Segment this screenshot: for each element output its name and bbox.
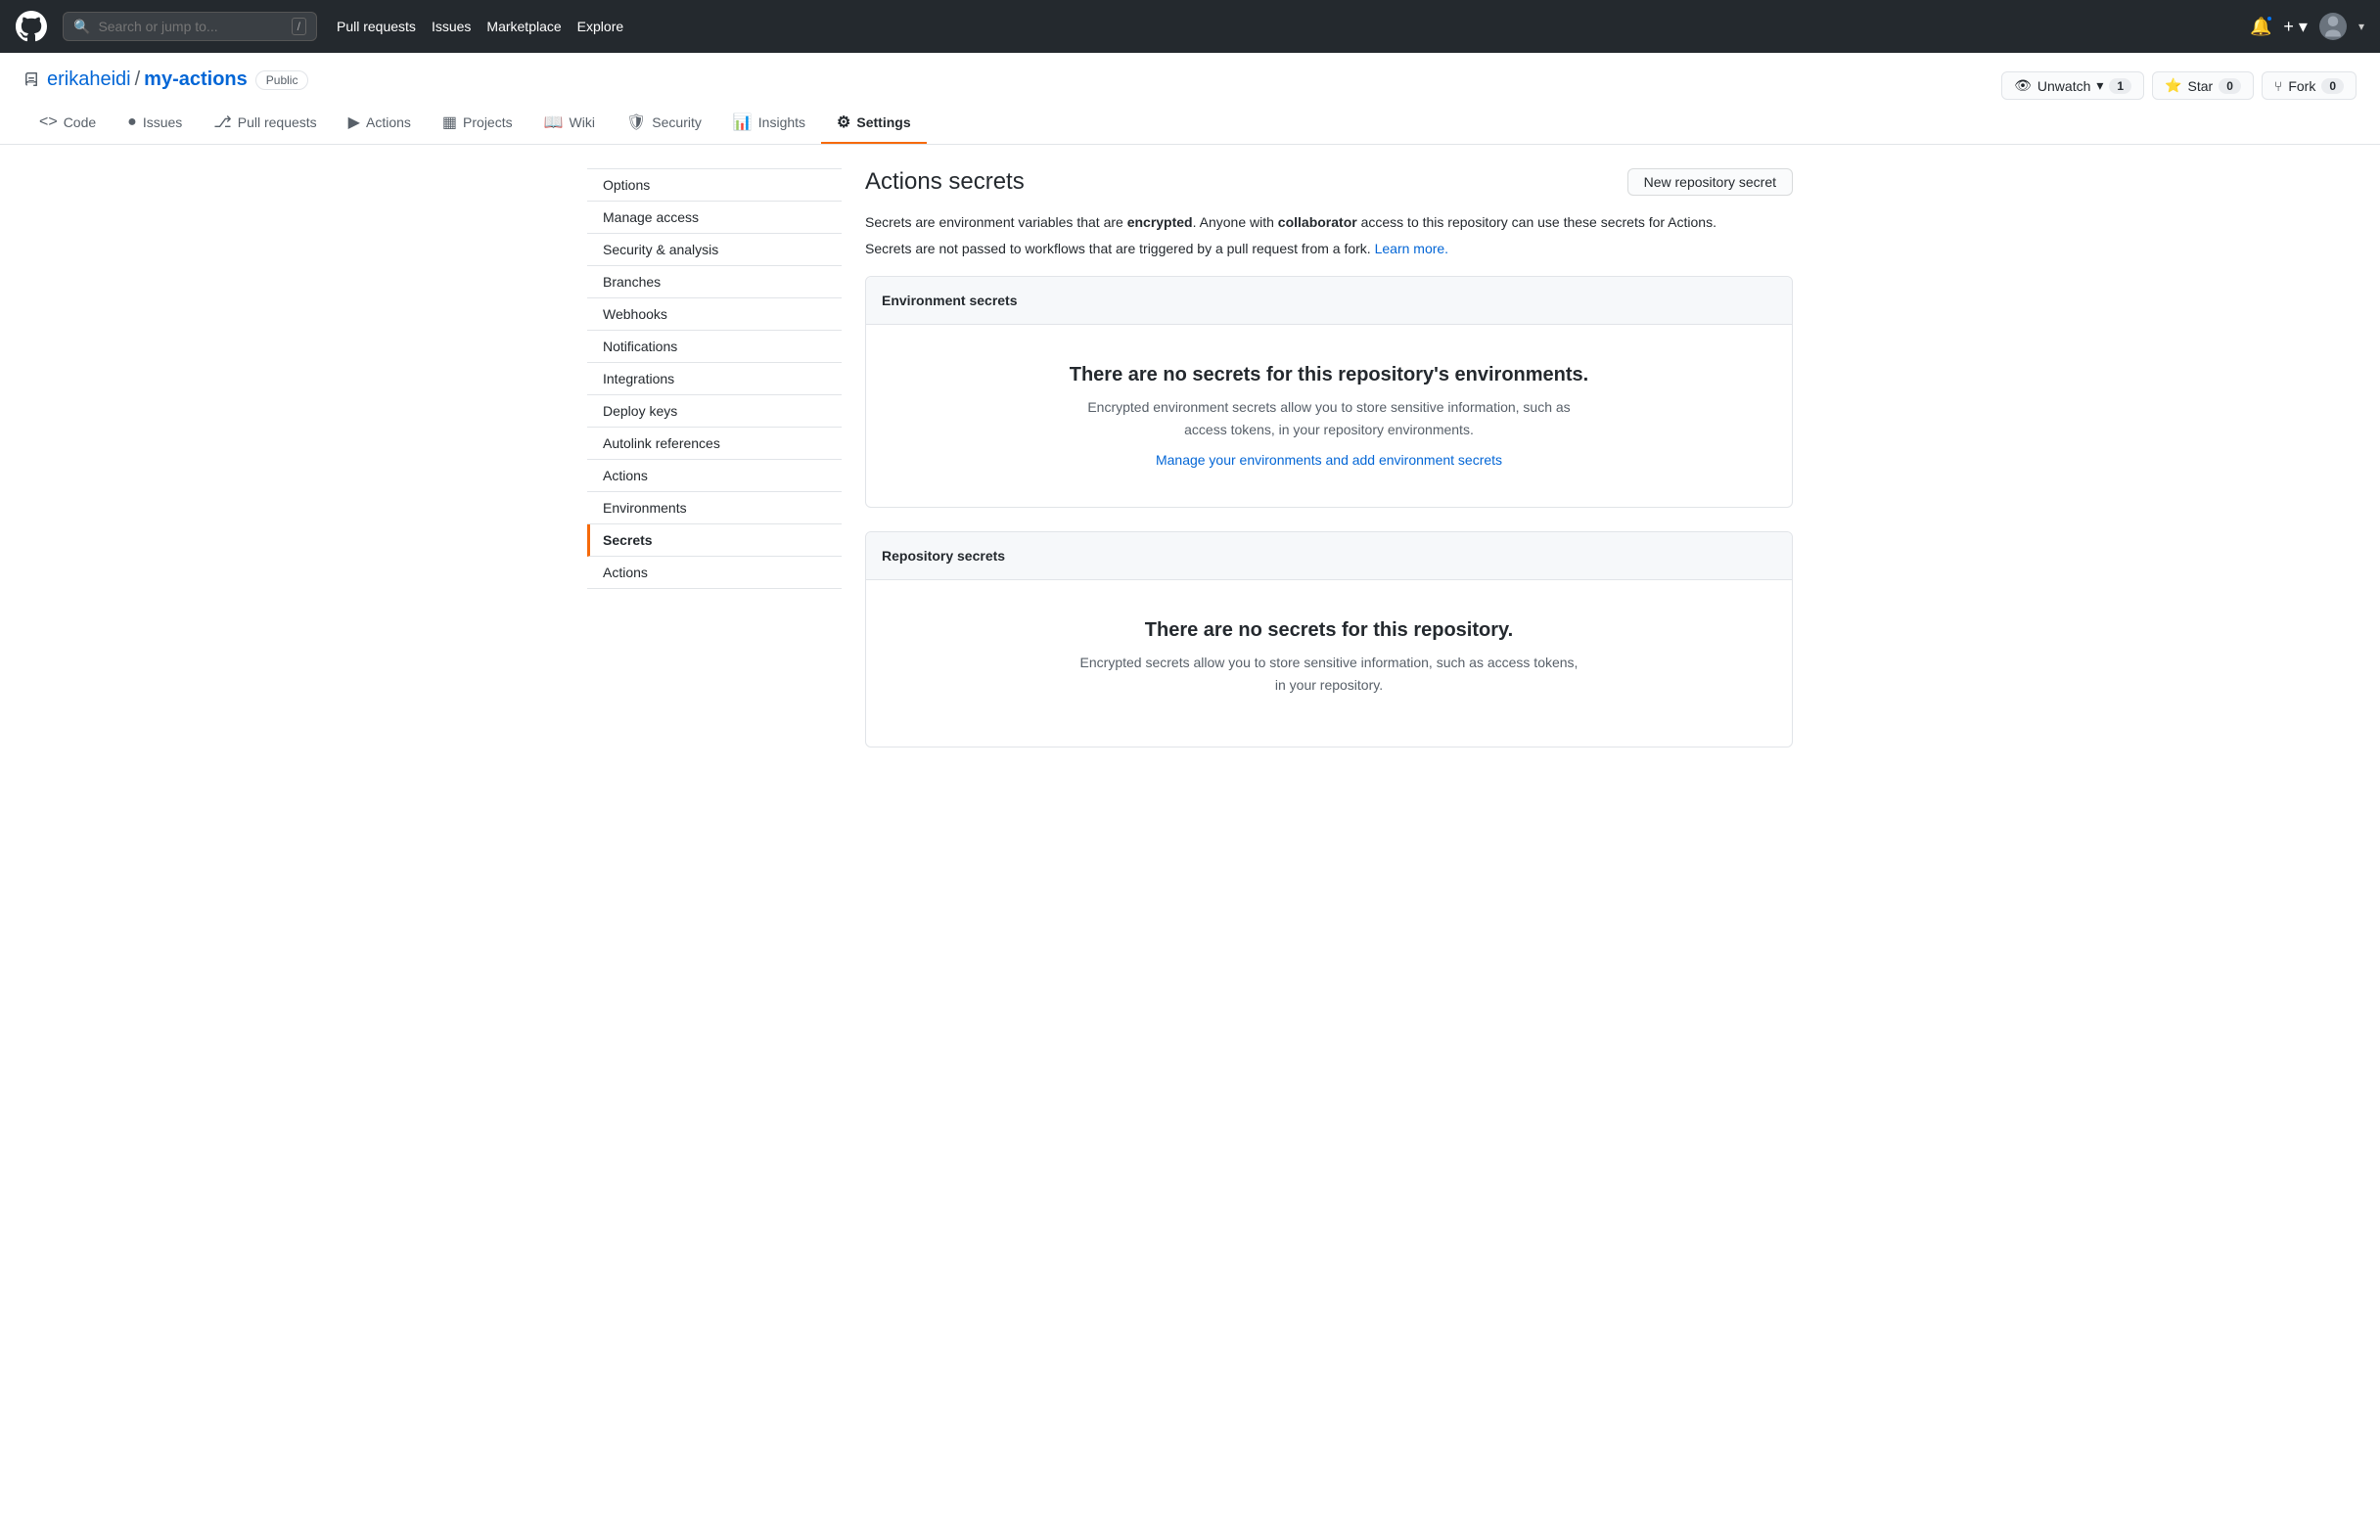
- settings-sidebar: Options Manage access Security & analysi…: [587, 168, 842, 771]
- search-input[interactable]: [98, 19, 283, 34]
- sidebar-item-security-analysis[interactable]: Security & analysis: [587, 234, 842, 266]
- fork-button[interactable]: ⑂ Fork 0: [2262, 71, 2357, 100]
- repo-nav-insights[interactable]: 📊 Insights: [717, 103, 821, 144]
- nav-explore[interactable]: Explore: [577, 19, 623, 34]
- main-container: Options Manage access Security & analysi…: [564, 145, 1816, 794]
- sidebar-item-actions[interactable]: Actions: [587, 460, 842, 492]
- github-logo-icon[interactable]: [16, 11, 47, 42]
- repository-secrets-section: Repository secrets There are no secrets …: [865, 531, 1793, 747]
- environment-secrets-header: Environment secrets: [866, 277, 1792, 325]
- repo-icon: [23, 72, 39, 88]
- new-repository-secret-button[interactable]: New repository secret: [1627, 168, 1793, 196]
- settings-icon: ⚙: [837, 113, 850, 132]
- repo-nav-actions[interactable]: ▶ Actions: [333, 103, 427, 144]
- new-item-button[interactable]: + ▾: [2283, 17, 2308, 37]
- avatar[interactable]: [2319, 13, 2347, 40]
- repo-nav-issues[interactable]: ● Issues: [112, 103, 198, 144]
- sidebar-item-environments[interactable]: Environments: [587, 492, 842, 524]
- star-label: Star: [2188, 78, 2214, 94]
- sidebar-item-branches[interactable]: Branches: [587, 266, 842, 298]
- avatar-chevron: ▾: [2358, 20, 2364, 33]
- security-icon: 🛡: [626, 113, 646, 132]
- insights-icon: 📊: [733, 113, 753, 132]
- top-nav-right: 🔔 + ▾ ▾: [2250, 13, 2364, 40]
- unwatch-count: 1: [2109, 78, 2131, 94]
- repository-secrets-header: Repository secrets: [866, 532, 1792, 580]
- learn-more-link[interactable]: Learn more.: [1375, 241, 1448, 256]
- wiki-icon: 📖: [544, 113, 564, 132]
- fork-icon: ⑂: [2274, 78, 2282, 94]
- repository-secrets-empty-desc: Encrypted secrets allow you to store sen…: [1075, 652, 1583, 696]
- eye-icon: 👁: [2014, 77, 2032, 94]
- sidebar-item-actions-2[interactable]: Actions: [587, 557, 842, 589]
- environment-secrets-link: Manage your environments and add environ…: [886, 452, 1772, 468]
- description-note: Secrets are not passed to workflows that…: [865, 241, 1793, 256]
- star-button[interactable]: ⭐ Star 0: [2152, 71, 2254, 100]
- projects-icon: ▦: [442, 113, 457, 132]
- fork-label: Fork: [2288, 78, 2315, 94]
- actions-icon: ▶: [348, 113, 360, 132]
- top-nav-links: Pull requests Issues Marketplace Explore: [337, 19, 623, 34]
- repo-nav-security[interactable]: 🛡 Security: [611, 103, 717, 144]
- main-content: Actions secrets New repository secret Se…: [865, 168, 1793, 771]
- repo-breadcrumb: erikaheidi/my-actions: [47, 68, 248, 91]
- unwatch-chevron: ▾: [2096, 77, 2103, 94]
- repo-name-link[interactable]: my-actions: [144, 68, 248, 90]
- sidebar-item-manage-access[interactable]: Manage access: [587, 202, 842, 234]
- repo-header: erikaheidi/my-actions Public 👁 Unwatch ▾…: [0, 53, 2380, 145]
- top-navigation: 🔍 / Pull requests Issues Marketplace Exp…: [0, 0, 2380, 53]
- environment-secrets-empty: There are no secrets for this repository…: [866, 325, 1792, 507]
- repo-owner-link[interactable]: erikaheidi: [47, 68, 131, 90]
- page-header: Actions secrets New repository secret: [865, 168, 1793, 196]
- environment-secrets-empty-desc: Encrypted environment secrets allow you …: [1075, 396, 1583, 440]
- sidebar-item-autolink-references[interactable]: Autolink references: [587, 428, 842, 460]
- repo-title: erikaheidi/my-actions Public: [23, 68, 308, 91]
- nav-issues[interactable]: Issues: [432, 19, 471, 34]
- environment-secrets-empty-title: There are no secrets for this repository…: [886, 364, 1772, 386]
- page-title: Actions secrets: [865, 168, 1025, 196]
- fork-count: 0: [2321, 78, 2344, 94]
- sidebar-item-integrations[interactable]: Integrations: [587, 363, 842, 395]
- repository-secrets-empty-title: There are no secrets for this repository…: [886, 619, 1772, 642]
- environment-secrets-section: Environment secrets There are no secrets…: [865, 276, 1793, 508]
- search-slash: /: [292, 18, 306, 35]
- repo-actions: 👁 Unwatch ▾ 1 ⭐ Star 0 ⑂ Fork 0: [2001, 71, 2357, 100]
- issues-icon: ●: [127, 113, 137, 131]
- pr-icon: ⎇: [213, 113, 231, 132]
- sidebar-item-options[interactable]: Options: [587, 168, 842, 202]
- unwatch-label: Unwatch: [2037, 78, 2090, 94]
- star-icon: ⭐: [2165, 77, 2181, 94]
- code-icon: <>: [39, 113, 58, 131]
- search-box[interactable]: 🔍 /: [63, 12, 317, 41]
- nav-pull-requests[interactable]: Pull requests: [337, 19, 416, 34]
- sidebar-item-webhooks[interactable]: Webhooks: [587, 298, 842, 331]
- star-count: 0: [2219, 78, 2241, 94]
- description-main: Secrets are environment variables that a…: [865, 211, 1793, 233]
- repo-nav-code[interactable]: <> Code: [23, 103, 112, 144]
- sidebar-item-deploy-keys[interactable]: Deploy keys: [587, 395, 842, 428]
- search-icon: 🔍: [73, 19, 90, 35]
- repo-nav: <> Code ● Issues ⎇ Pull requests ▶ Actio…: [23, 103, 2357, 144]
- repository-secrets-empty: There are no secrets for this repository…: [866, 580, 1792, 747]
- nav-marketplace[interactable]: Marketplace: [486, 19, 561, 34]
- repo-nav-pull-requests[interactable]: ⎇ Pull requests: [198, 103, 332, 144]
- repo-nav-wiki[interactable]: 📖 Wiki: [528, 103, 611, 144]
- unwatch-button[interactable]: 👁 Unwatch ▾ 1: [2001, 71, 2144, 100]
- sidebar-item-secrets[interactable]: Secrets: [587, 524, 842, 557]
- repo-nav-settings[interactable]: ⚙ Settings: [821, 103, 927, 144]
- notifications-button[interactable]: 🔔: [2250, 17, 2271, 37]
- notification-dot: [2266, 15, 2273, 23]
- manage-environments-link[interactable]: Manage your environments and add environ…: [1156, 452, 1502, 468]
- sidebar-item-notifications[interactable]: Notifications: [587, 331, 842, 363]
- repo-nav-projects[interactable]: ▦ Projects: [427, 103, 528, 144]
- visibility-badge: Public: [255, 70, 309, 90]
